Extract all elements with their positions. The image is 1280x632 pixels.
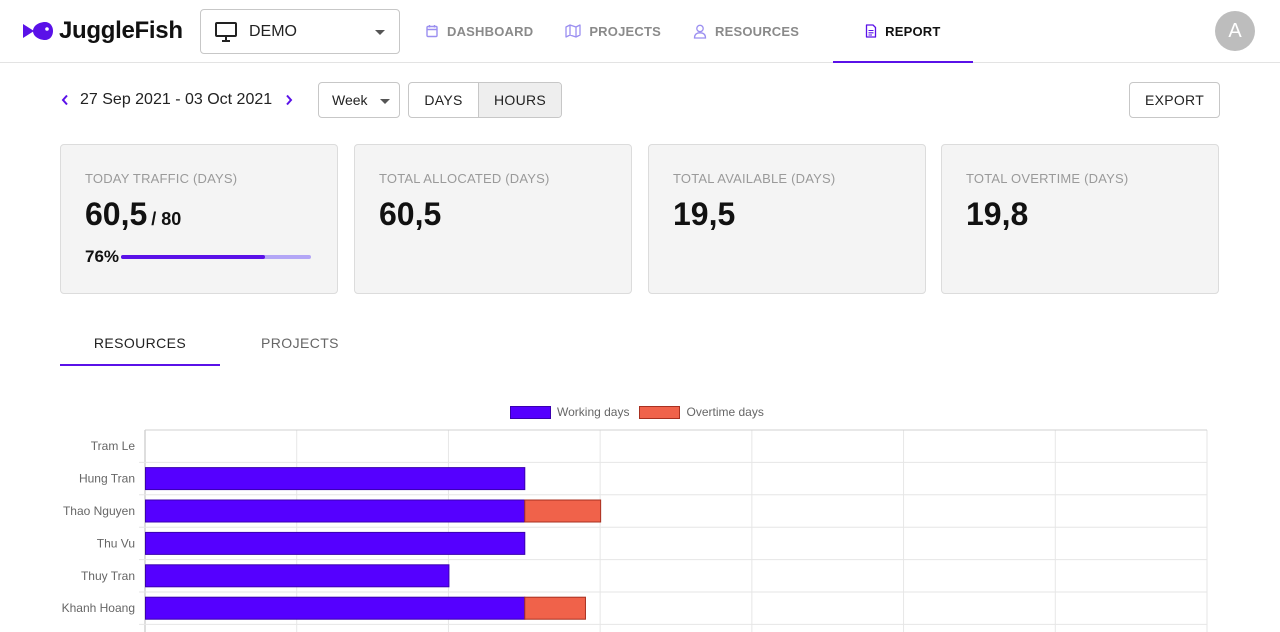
y-tick-label: Thao Nguyen <box>63 504 135 518</box>
report-tabs: RESOURCES PROJECTS <box>60 320 380 366</box>
legend-item-working[interactable]: Working days <box>510 405 629 419</box>
unit-toggle: DAYS HOURS <box>408 82 562 118</box>
project-select[interactable]: DEMO <box>200 9 400 54</box>
tab-resources[interactable]: RESOURCES <box>60 320 220 366</box>
days-button[interactable]: DAYS <box>409 83 479 117</box>
chevron-down-icon <box>375 30 385 35</box>
bar-overtime <box>524 499 602 523</box>
calendar-icon <box>425 24 439 38</box>
nav-resources-label: RESOURCES <box>714 23 800 39</box>
export-button[interactable]: EXPORT <box>1129 82 1220 118</box>
resource-bar-chart: Tram Le Hung Tran Thao Nguyen Thu Vu Thuy Tr… <box>62 429 1208 632</box>
stat-card-title: TODAY TRAFFIC (DAYS) <box>85 171 238 186</box>
nav-report-label: REPORT <box>885 23 941 39</box>
stat-card-title: TOTAL OVERTIME (DAYS) <box>966 171 1129 186</box>
app-header: JuggleFish DEMO DASHBOARD PROJECTS RESOU… <box>0 0 1280 63</box>
report-toolbar: 27 Sep 2021 - 03 Oct 2021 Week DAYS HOUR… <box>60 82 1220 118</box>
stat-card-total-overtime: TOTAL OVERTIME (DAYS) 19,8 <box>941 144 1219 294</box>
document-icon <box>865 24 877 38</box>
y-tick-label: Hung Tran <box>79 472 135 486</box>
progress-percent: 76% <box>85 247 120 266</box>
nav-dashboard[interactable]: DASHBOARD <box>409 0 549 62</box>
stat-card-value: 60,5/ 80 <box>85 198 313 230</box>
stat-card-today-traffic: TODAY TRAFFIC (DAYS) 60,5/ 80 76% <box>60 144 338 294</box>
bar-working <box>145 596 526 620</box>
project-select-value: DEMO <box>249 22 297 40</box>
bar-working <box>145 564 450 588</box>
y-tick-label: Thu Vu <box>97 536 135 550</box>
nav-dashboard-label: DASHBOARD <box>447 23 534 39</box>
stat-cards: TODAY TRAFFIC (DAYS) 60,5/ 80 76% TOTAL … <box>60 144 1220 294</box>
period-select[interactable]: Week <box>318 82 400 118</box>
stat-card-value: 19,8 <box>966 196 1029 232</box>
bar-overtime <box>524 596 586 620</box>
legend-item-overtime[interactable]: Overtime days <box>639 405 764 419</box>
app-logo[interactable]: JuggleFish <box>23 17 183 45</box>
legend-swatch-overtime <box>639 405 681 419</box>
legend-label-working: Working days <box>557 405 630 419</box>
user-icon <box>693 24 707 39</box>
nav-resources[interactable]: RESOURCES <box>677 0 815 62</box>
main-nav: DASHBOARD PROJECTS RESOURCES REPORT <box>409 0 973 63</box>
traffic-progress: 76% <box>85 247 313 267</box>
stat-card-total-allocated: TOTAL ALLOCATED (DAYS) 60,5 <box>354 144 632 294</box>
y-tick-label: Tram Le <box>91 439 136 453</box>
app-name: JuggleFish <box>59 17 183 44</box>
hours-button[interactable]: HOURS <box>479 83 561 117</box>
stat-card-title: TOTAL ALLOCATED (DAYS) <box>379 171 550 186</box>
tab-projects[interactable]: PROJECTS <box>220 320 380 366</box>
chevron-right-icon[interactable] <box>284 82 294 118</box>
date-navigator: 27 Sep 2021 - 03 Oct 2021 <box>60 82 294 118</box>
stat-card-title: TOTAL AVAILABLE (DAYS) <box>673 171 836 186</box>
chevron-left-icon[interactable] <box>60 82 70 118</box>
bar-working <box>145 499 526 523</box>
legend-label-overtime: Overtime days <box>686 405 764 419</box>
chevron-down-icon <box>380 99 390 104</box>
stat-value: 60,5 <box>85 196 148 232</box>
progress-track <box>121 255 312 259</box>
nav-report[interactable]: REPORT <box>833 0 973 63</box>
stat-card-total-available: TOTAL AVAILABLE (DAYS) 19,5 <box>648 144 926 294</box>
stat-card-value: 60,5 <box>379 196 442 232</box>
bar-working <box>145 531 526 555</box>
chart-legend: Working days Overtime days <box>510 405 774 419</box>
nav-projects[interactable]: PROJECTS <box>549 0 677 62</box>
bar-working <box>145 467 526 491</box>
y-tick-label: Khanh Hoang <box>62 601 135 615</box>
progress-fill <box>121 255 266 259</box>
y-tick-label: Thuy Tran <box>81 569 135 583</box>
monitor-icon <box>215 21 237 42</box>
legend-swatch-working <box>510 405 551 419</box>
avatar[interactable]: A <box>1215 11 1255 51</box>
stat-sub-value: / 80 <box>151 209 182 229</box>
period-select-value: Week <box>332 92 368 108</box>
date-range-label: 27 Sep 2021 - 03 Oct 2021 <box>80 91 273 108</box>
nav-projects-label: PROJECTS <box>589 23 661 39</box>
resource-chart: Tram Le Hung Tran Thao Nguyen Thu Vu Thuy Tr… <box>0 395 1280 632</box>
map-icon <box>565 24 581 38</box>
fish-logo-icon <box>23 22 53 40</box>
stat-card-value: 19,5 <box>673 196 736 232</box>
